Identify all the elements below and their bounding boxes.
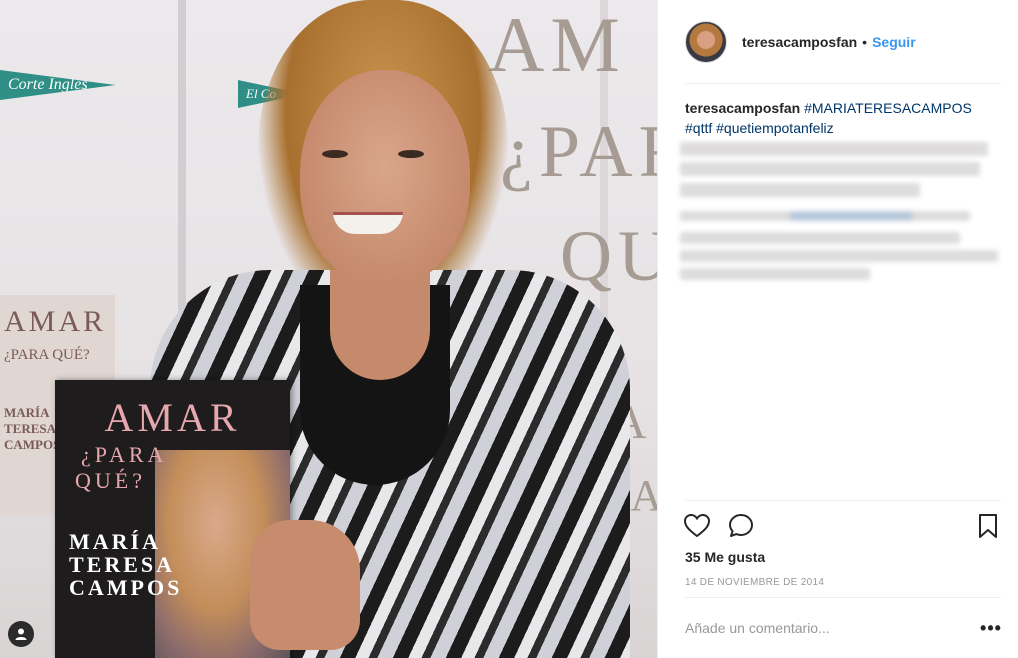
blurred-text-line [680,142,988,156]
post-header: teresacamposfan • Seguir [658,0,1018,84]
header-username-link[interactable]: teresacamposfan [742,34,857,50]
background-book-subtitle: ¿PARA QUÉ? [4,347,90,363]
blurred-text-line [680,162,980,176]
follow-button[interactable]: Seguir [872,34,916,50]
comment-button[interactable] [727,512,755,540]
heart-icon [683,513,711,538]
person-smile [333,212,403,234]
caption-username-link[interactable]: teresacamposfan [685,100,800,116]
user-tag-button[interactable] [8,621,34,647]
person-face [300,70,470,285]
book-subtitle: ¿PARA [81,442,168,467]
person-eye [322,150,348,158]
hashtag-link[interactable]: #qttf [685,120,712,136]
book-title: AMAR [104,395,241,440]
background-book-title: AMAR [4,305,107,338]
header-separator: • [862,34,868,50]
post-date[interactable]: 14 DE NOVIEMBRE DE 2014 [685,577,824,588]
header-user-info: teresacamposfan • Seguir [742,34,916,50]
likes-count[interactable]: 35 Me gusta [685,549,765,565]
post-photo[interactable]: Corte Inglés El Co AM ¿PAR QUÉ ÍA SA AMA… [0,0,657,658]
hashtag-link[interactable]: #MARIATERESACAMPOS [804,100,972,116]
blurred-text-line [680,232,960,244]
user-tag-icon [15,628,27,640]
like-button[interactable] [683,512,711,540]
actions-divider [685,500,1001,501]
bookmark-icon [979,514,997,538]
person-eye [398,150,424,158]
post-side-panel: teresacamposfan • Seguir teresacamposfan… [657,0,1018,658]
backdrop-banner-text: QUÉ [560,216,657,296]
store-logo: Corte Inglés [0,70,116,100]
blurred-text-line [680,250,998,262]
comment-input[interactable] [685,612,955,644]
person-neck [330,270,430,380]
hashtag-link[interactable]: #quetiempotanfeliz [716,120,834,136]
comment-divider [685,597,1001,598]
backdrop-banner-text: ¿PAR [500,111,657,193]
post-caption: teresacamposfan #MARIATERESACAMPOS #qttf… [685,98,985,138]
header-divider [685,83,1001,84]
backdrop-banner-text: AM [488,1,626,88]
more-options-button[interactable]: ••• [978,616,1004,640]
comment-icon [729,514,753,537]
avatar[interactable] [685,21,727,63]
blurred-text-line [680,211,970,221]
book-subtitle: QUÉ? [75,468,146,493]
blurred-text-line [680,268,870,280]
person-hand [250,520,360,650]
blurred-text-line [680,183,920,197]
save-button[interactable] [974,512,1002,540]
book-author: MARÍA TERESA CAMPOS [69,529,183,601]
